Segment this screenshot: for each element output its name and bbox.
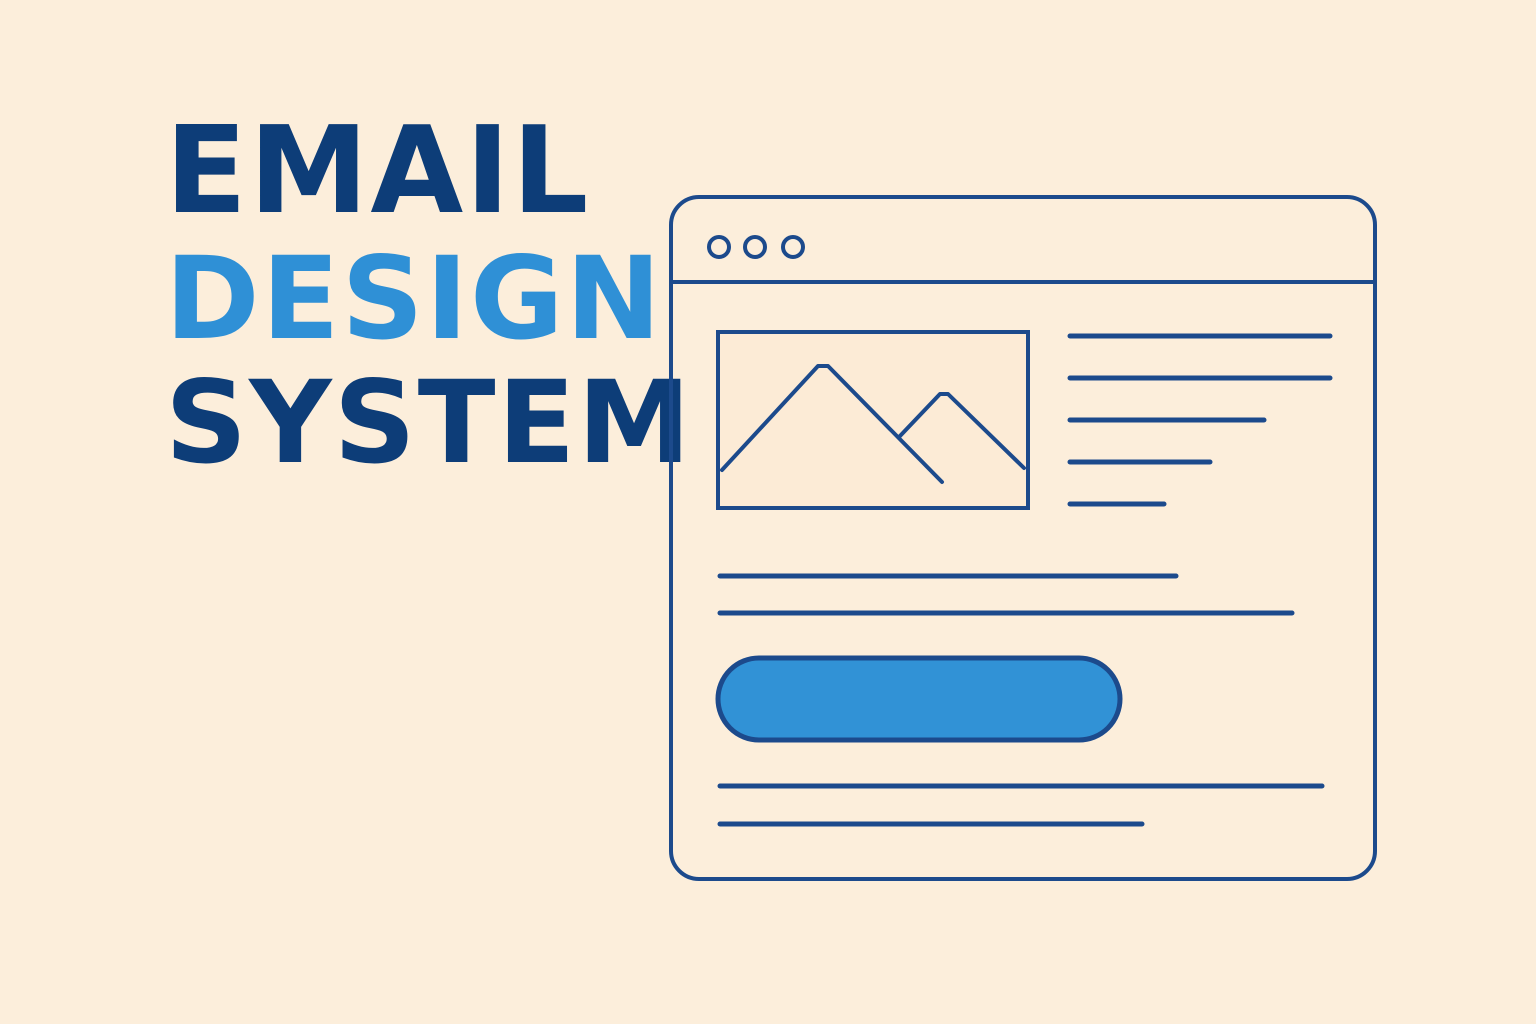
page: EMAIL DESIGN SYSTEM — [0, 0, 1536, 1024]
headline-line-email: EMAIL — [165, 102, 591, 241]
body-text-lines — [717, 573, 1295, 616]
email-mockup-illustration — [668, 194, 1378, 882]
side-text-lines — [1067, 333, 1333, 507]
dot-icon — [781, 235, 805, 259]
headline-line-design: DESIGN — [165, 232, 664, 365]
headline-line-system: SYSTEM — [165, 356, 693, 489]
mountain-image-icon — [716, 330, 1030, 510]
footer-text-lines — [717, 783, 1325, 827]
headline: EMAIL DESIGN SYSTEM — [165, 102, 693, 490]
dot-icon — [743, 235, 767, 259]
cta-button-shape — [715, 655, 1123, 743]
browser-window-frame — [669, 195, 1377, 881]
window-dots — [707, 235, 805, 259]
dot-icon — [707, 235, 731, 259]
